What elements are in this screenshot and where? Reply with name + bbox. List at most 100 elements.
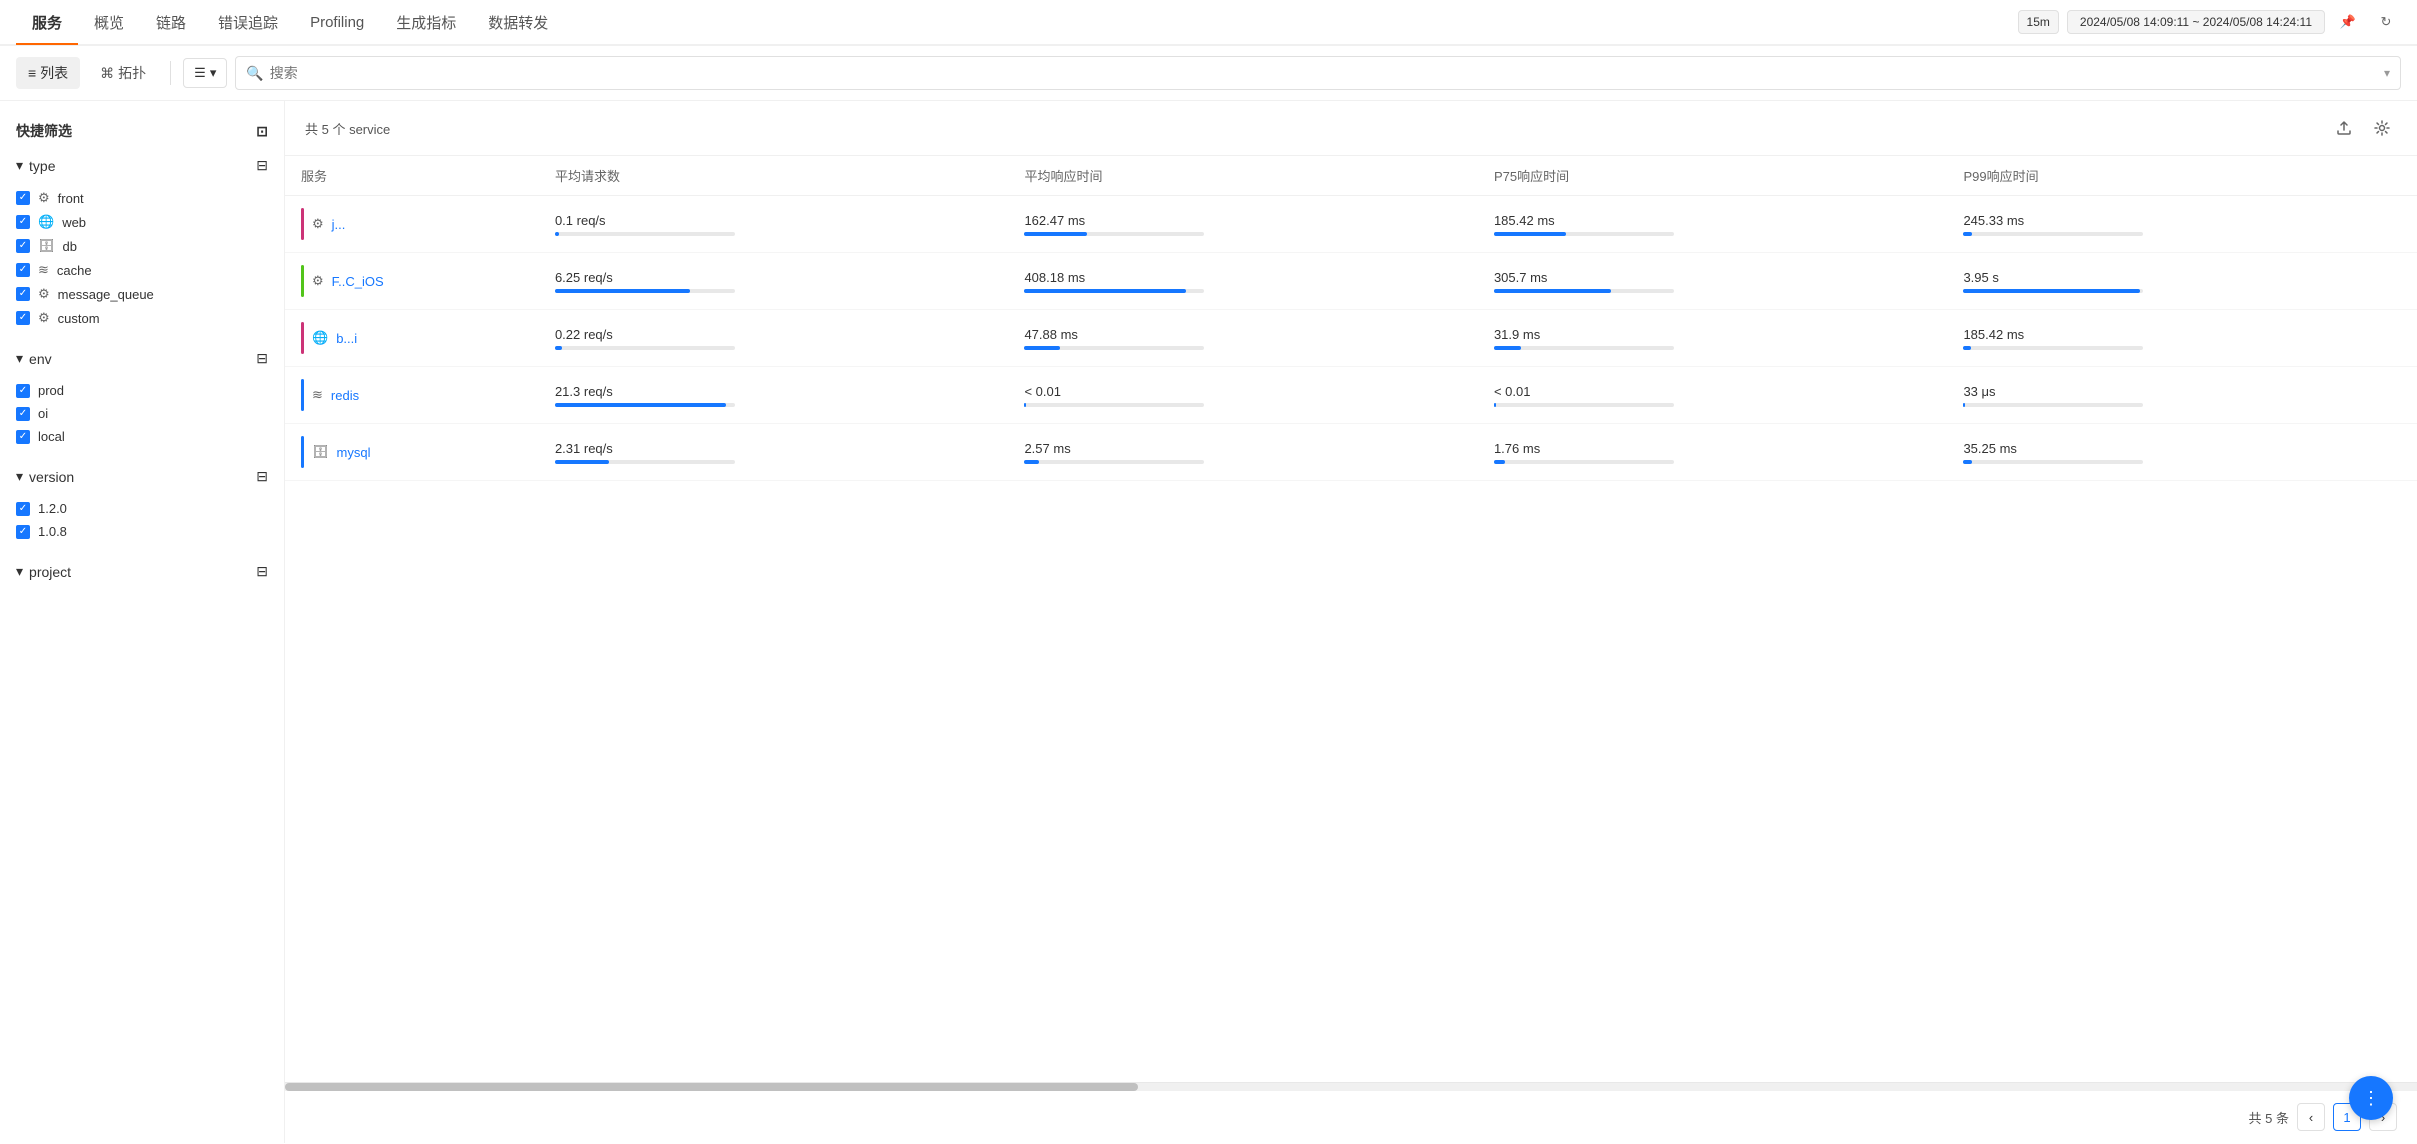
- avg-resp-bar-bg: [1024, 460, 1204, 464]
- project-filter-clear-icon[interactable]: ⊟: [256, 563, 268, 580]
- version-filter-clear-icon[interactable]: ⊟: [256, 468, 268, 485]
- list-item[interactable]: prod: [16, 379, 268, 402]
- refresh-button[interactable]: ↻: [2371, 7, 2401, 37]
- prev-page-button[interactable]: ‹: [2297, 1103, 2325, 1131]
- service-name[interactable]: b...i: [336, 331, 357, 346]
- list-item[interactable]: oi: [16, 402, 268, 425]
- fab-button[interactable]: ⋮: [2349, 1076, 2393, 1120]
- avg-resp-bar: [1024, 346, 1060, 350]
- search-input[interactable]: [270, 65, 2378, 81]
- list-item[interactable]: local: [16, 425, 268, 448]
- filter-section-project: ▾ project ⊟: [0, 555, 284, 588]
- version-chevron-icon: ▾: [16, 468, 23, 485]
- sidebar-collapse-icon[interactable]: ⊡: [256, 123, 268, 140]
- env-prod-label: prod: [38, 383, 64, 398]
- version-108-checkbox[interactable]: [16, 525, 30, 539]
- avg-resp-value: 162.47 ms: [1024, 213, 1462, 228]
- env-filter-clear-icon[interactable]: ⊟: [256, 350, 268, 367]
- horizontal-scrollbar[interactable]: [285, 1082, 2417, 1090]
- version-120-checkbox[interactable]: [16, 502, 30, 516]
- env-chevron-icon: ▾: [16, 350, 23, 367]
- filter-section-type-title: ▾ type: [16, 157, 56, 174]
- service-name[interactable]: F..C_iOS: [332, 274, 384, 289]
- type-web-checkbox[interactable]: [16, 215, 30, 229]
- p99-value: 3.95 s: [1963, 270, 2401, 285]
- p99-bar: [1963, 403, 1965, 407]
- type-filter-clear-icon[interactable]: ⊟: [256, 157, 268, 174]
- avg-resp-cell-0: 162.47 ms: [1008, 196, 1478, 253]
- service-type-icon: ⚙: [312, 273, 324, 289]
- table-settings-button[interactable]: [2367, 113, 2397, 143]
- avg-resp-bar: [1024, 403, 1026, 407]
- avg-resp-value: 408.18 ms: [1024, 270, 1462, 285]
- topo-view-button[interactable]: ⌘ 拓扑: [88, 57, 158, 89]
- filter-section-version: ▾ version ⊟ 1.2.0 1.0.8: [0, 460, 284, 551]
- type-front-checkbox[interactable]: [16, 191, 30, 205]
- avg-resp-bar-bg: [1024, 346, 1204, 350]
- list-item[interactable]: 🗄 db: [16, 234, 268, 258]
- upload-icon: [2336, 120, 2352, 136]
- p99-bar: [1963, 460, 1972, 464]
- type-cache-checkbox[interactable]: [16, 263, 30, 277]
- list-item[interactable]: ⚙ custom: [16, 306, 268, 330]
- avg-resp-cell-4: 2.57 ms: [1008, 424, 1478, 481]
- service-name[interactable]: mysql: [337, 445, 371, 460]
- search-dropdown-arrow[interactable]: ▾: [2384, 66, 2390, 80]
- nav-item-services[interactable]: 服务: [16, 0, 78, 45]
- filter-section-type-header[interactable]: ▾ type ⊟: [0, 149, 284, 182]
- time-period-badge[interactable]: 15m: [2018, 10, 2059, 34]
- service-name[interactable]: redis: [331, 388, 359, 403]
- list-item[interactable]: ⚙ front: [16, 186, 268, 210]
- nav-item-profiling[interactable]: Profiling: [294, 0, 380, 45]
- web-icon: 🌐: [38, 214, 54, 230]
- nav-item-trace[interactable]: 链路: [140, 0, 202, 45]
- filter-section-version-title: ▾ version: [16, 468, 74, 485]
- nav-item-error-tracking[interactable]: 错误追踪: [202, 0, 294, 45]
- export-button[interactable]: [2329, 113, 2359, 143]
- list-item[interactable]: 1.0.8: [16, 520, 268, 543]
- p75-cell-3: < 0.01: [1478, 367, 1948, 424]
- p99-value: 35.25 ms: [1963, 441, 2401, 456]
- nav-item-overview[interactable]: 概览: [78, 0, 140, 45]
- type-db-label: db: [63, 239, 77, 254]
- list-item[interactable]: 1.2.0: [16, 497, 268, 520]
- list-item[interactable]: ≋ cache: [16, 258, 268, 282]
- nav-item-metrics[interactable]: 生成指标: [380, 0, 472, 45]
- type-custom-checkbox[interactable]: [16, 311, 30, 325]
- filter-section-env-header[interactable]: ▾ env ⊟: [0, 342, 284, 375]
- env-local-checkbox[interactable]: [16, 430, 30, 444]
- fab-icon: ⋮: [2362, 1088, 2380, 1109]
- content-area: 共 5 个 service: [285, 101, 2417, 1143]
- table-row: ⚙ j... 0.1 req/s 162.47 ms 185.42 ms: [285, 196, 2417, 253]
- total-count-label: 共 5 条: [2249, 1108, 2289, 1127]
- env-prod-checkbox[interactable]: [16, 384, 30, 398]
- type-custom-label: custom: [58, 311, 100, 326]
- env-local-label: local: [38, 429, 65, 444]
- p75-bar: [1494, 460, 1505, 464]
- table-row: 🗄 mysql 2.31 req/s 2.57 ms 1.76 ms: [285, 424, 2417, 481]
- time-range-display[interactable]: 2024/05/08 14:09:11 ~ 2024/05/08 14:24:1…: [2067, 10, 2325, 34]
- avg-resp-value: 47.88 ms: [1024, 327, 1462, 342]
- pin-button[interactable]: 📌: [2333, 7, 2363, 37]
- p75-value: 185.42 ms: [1494, 213, 1932, 228]
- filter-section-version-header[interactable]: ▾ version ⊟: [0, 460, 284, 493]
- list-item[interactable]: 🌐 web: [16, 210, 268, 234]
- env-oi-checkbox[interactable]: [16, 407, 30, 421]
- service-name[interactable]: j...: [332, 217, 346, 232]
- filter-section-project-title: ▾ project: [16, 563, 71, 580]
- service-type-icon: 🌐: [312, 330, 328, 346]
- type-db-checkbox[interactable]: [16, 239, 30, 253]
- p75-bar: [1494, 403, 1496, 407]
- type-mq-checkbox[interactable]: [16, 287, 30, 301]
- toolbar: ≡ 列表 ⌘ 拓扑 ☰ ▾ 🔍 ▾: [0, 46, 2417, 101]
- nav-item-data-forward[interactable]: 数据转发: [472, 0, 564, 45]
- list-item[interactable]: ⚙ message_queue: [16, 282, 268, 306]
- list-view-button[interactable]: ≡ 列表: [16, 57, 80, 89]
- topo-label: 拓扑: [118, 63, 146, 83]
- filter-section-type: ▾ type ⊟ ⚙ front 🌐 web 🗄: [0, 149, 284, 338]
- avg-req-value: 0.1 req/s: [555, 213, 993, 228]
- filter-section-project-header[interactable]: ▾ project ⊟: [0, 555, 284, 588]
- filter-type-button[interactable]: ☰ ▾: [183, 58, 227, 88]
- avg-resp-cell-3: < 0.01: [1008, 367, 1478, 424]
- chevron-down-icon: ▾: [16, 157, 23, 174]
